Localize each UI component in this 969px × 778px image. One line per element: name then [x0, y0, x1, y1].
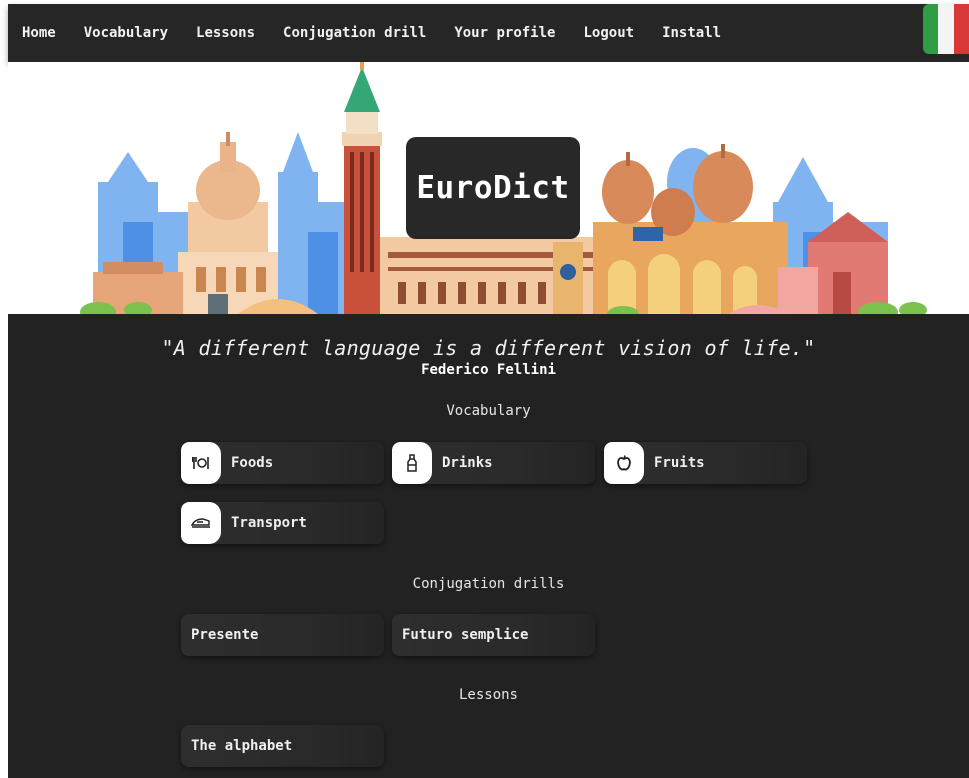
quote-text: "A different language is a different vis…	[161, 336, 816, 360]
nav-lessons-link[interactable]: Lessons	[196, 25, 255, 41]
bottle-icon	[392, 442, 432, 484]
italian-flag-icon[interactable]	[923, 4, 969, 54]
vocab-card-fruits[interactable]: Fruits	[604, 442, 807, 484]
lessons-section-title: Lessons	[458, 687, 518, 703]
vocab-card-label: Transport	[231, 515, 307, 531]
vocab-card-label: Foods	[231, 455, 274, 471]
conjugation-card-label: Futuro semplice	[402, 627, 529, 643]
utensils-icon	[181, 442, 221, 484]
nav-conjugation-drill-link[interactable]: Conjugation drill	[283, 25, 426, 41]
conjugation-card-futuro-semplice[interactable]: Futuro semplice	[392, 614, 595, 656]
nav-profile-link[interactable]: Your profile	[454, 25, 555, 41]
hero-banner: EuroDict	[8, 62, 969, 314]
vocab-card-label: Drinks	[442, 455, 493, 471]
vocabulary-section-title: Vocabulary	[446, 403, 531, 419]
main-content: "A different language is a different vis…	[8, 314, 969, 778]
lesson-card-label: The alphabet	[191, 738, 293, 754]
vocab-card-transport[interactable]: Transport	[181, 502, 384, 544]
conjugation-card-label: Presente	[191, 627, 259, 643]
vocab-card-foods[interactable]: Foods	[181, 442, 384, 484]
top-nav: Home Vocabulary Lessons Conjugation dril…	[8, 4, 969, 62]
nav-install-link[interactable]: Install	[662, 25, 721, 41]
apple-icon	[604, 442, 644, 484]
vocab-card-label: Fruits	[654, 455, 705, 471]
train-icon	[181, 502, 221, 544]
vocab-card-drinks[interactable]: Drinks	[392, 442, 595, 484]
nav-vocabulary-link[interactable]: Vocabulary	[84, 25, 168, 41]
site-logo[interactable]: EuroDict	[406, 137, 580, 239]
nav-home-link[interactable]: Home	[22, 25, 56, 41]
conjugation-section-title: Conjugation drills	[412, 576, 565, 592]
quote-author: Federico Fellini	[421, 362, 556, 378]
nav-logout-link[interactable]: Logout	[583, 25, 634, 41]
conjugation-card-presente[interactable]: Presente	[181, 614, 384, 656]
lesson-card-the-alphabet[interactable]: The alphabet	[181, 725, 384, 767]
